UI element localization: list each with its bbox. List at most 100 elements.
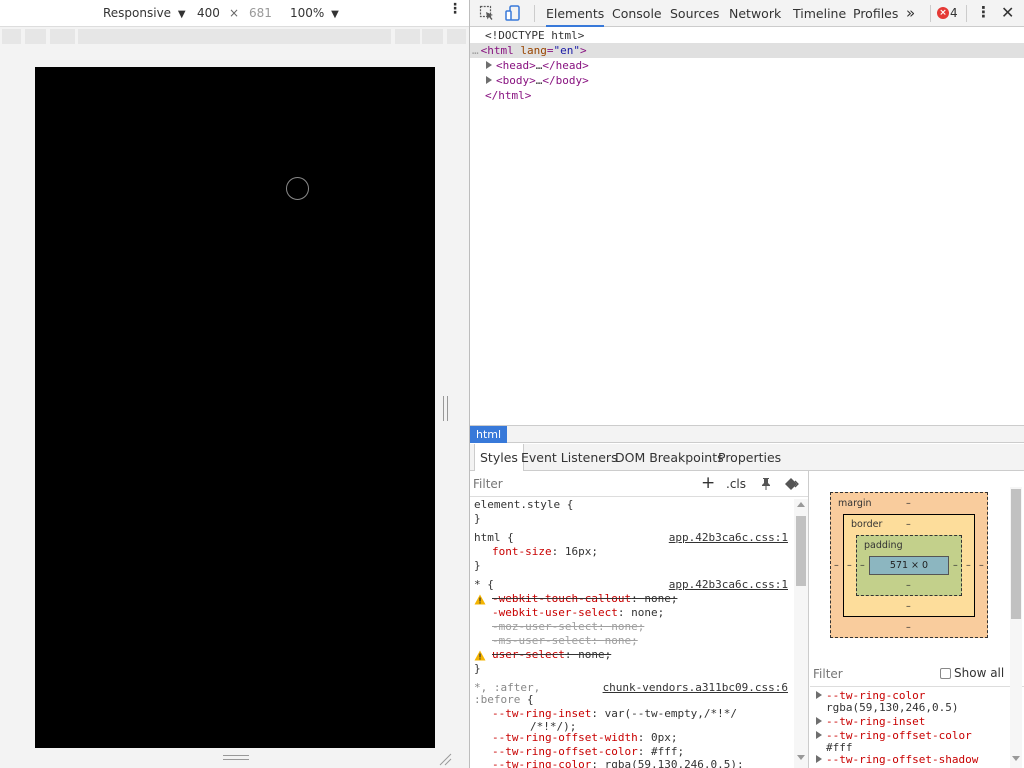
dom-html-close[interactable]: </html>: [485, 88, 531, 103]
scrollbar-thumb[interactable]: [1011, 489, 1021, 619]
box-border-left[interactable]: –: [847, 560, 852, 571]
new-style-rule-icon[interactable]: +: [701, 473, 715, 493]
more-tabs-icon[interactable]: »: [906, 0, 915, 27]
devtools-menu-icon[interactable]: ⋮: [976, 4, 991, 21]
styles-scrollbar[interactable]: [794, 499, 808, 768]
show-all-checkbox[interactable]: [940, 668, 951, 679]
media-query-segment[interactable]: [447, 29, 466, 44]
box-padding-right[interactable]: –: [953, 560, 958, 571]
expand-triangle-icon[interactable]: [486, 61, 492, 69]
device-mode-select[interactable]: Responsive ▼: [103, 6, 186, 20]
property-value: none;: [611, 620, 645, 633]
style-rule-selector[interactable]: :before {: [474, 693, 534, 707]
dom-body-open: <body>: [496, 74, 536, 87]
media-query-segment[interactable]: [50, 29, 75, 44]
tab-console[interactable]: Console: [612, 0, 662, 27]
expand-triangle-icon[interactable]: [486, 76, 492, 84]
error-icon[interactable]: ×: [937, 7, 949, 19]
close-icon[interactable]: ✕: [1001, 4, 1014, 21]
more-options-icon[interactable]: ⋮: [448, 2, 462, 16]
tab-sources[interactable]: Sources: [670, 0, 719, 27]
tab-network[interactable]: Network: [729, 0, 781, 27]
style-property[interactable]: -webkit-user-select: none;: [492, 606, 664, 620]
media-query-bar[interactable]: [0, 29, 469, 44]
style-source-link[interactable]: chunk-vendors.a311bc09.css:6: [603, 681, 788, 694]
style-rule-selector[interactable]: * {: [474, 578, 494, 592]
zoom-select[interactable]: 100% ▼: [290, 6, 339, 20]
resize-corner-icon[interactable]: [438, 752, 452, 766]
element-state-icon[interactable]: [784, 477, 800, 491]
box-margin-label: margin: [838, 498, 872, 509]
box-padding-bottom[interactable]: –: [906, 580, 911, 591]
style-property[interactable]: --tw-ring-offset-color: #fff;: [492, 745, 684, 759]
tab-properties[interactable]: Properties: [718, 444, 781, 471]
viewport-height-input[interactable]: 681: [249, 6, 272, 20]
dom-node-head[interactable]: <head>…</head>: [486, 58, 589, 73]
dom-attr-value: "en": [553, 44, 581, 57]
dom-doctype[interactable]: <!DOCTYPE html>: [485, 28, 584, 43]
box-model-content[interactable]: 571 × 0: [869, 556, 949, 575]
tab-timeline[interactable]: Timeline: [793, 0, 846, 27]
media-query-segment[interactable]: [78, 29, 391, 44]
scroll-down-icon[interactable]: [797, 755, 805, 760]
expand-triangle-icon[interactable]: [816, 731, 822, 739]
computed-property[interactable]: --tw-ring-offset-shadow: [816, 753, 978, 766]
style-property[interactable]: --tw-ring-color: rgba(59,130,246,0.5);: [492, 758, 744, 768]
inspect-element-icon[interactable]: [478, 4, 496, 22]
dom-node-body[interactable]: <body>…</body>: [486, 73, 589, 88]
box-margin-right[interactable]: –: [979, 560, 984, 571]
style-property[interactable]: -webkit-touch-callout: none;: [492, 592, 677, 606]
style-property[interactable]: font-size: 16px;: [492, 545, 598, 559]
dom-head-close: </head>: [542, 59, 589, 72]
computed-scrollbar[interactable]: [1010, 487, 1022, 768]
device-viewport[interactable]: [35, 67, 435, 748]
style-property[interactable]: --tw-ring-inset: var(--tw-empty,/*!*/: [492, 707, 737, 721]
box-border-top[interactable]: –: [906, 519, 911, 530]
resize-handle-bottom[interactable]: [223, 755, 249, 760]
style-property[interactable]: user-select: none;: [492, 648, 611, 662]
tab-event-listeners[interactable]: Event Listeners: [521, 444, 618, 471]
toolbar-separator: [534, 5, 535, 22]
tab-styles[interactable]: Styles: [474, 444, 524, 471]
style-property[interactable]: -ms-user-select: none;: [492, 634, 638, 648]
box-margin-bottom[interactable]: –: [906, 622, 911, 633]
scrollbar-thumb[interactable]: [796, 516, 806, 586]
viewport-width-input[interactable]: 400: [197, 6, 220, 20]
box-border-bottom[interactable]: –: [906, 601, 911, 612]
error-count[interactable]: 4: [950, 6, 958, 20]
selected-node-ellipsis: …: [472, 44, 479, 57]
pin-icon[interactable]: [759, 477, 773, 491]
computed-filter-input[interactable]: [813, 666, 923, 682]
media-query-segment[interactable]: [2, 29, 21, 44]
scroll-up-icon[interactable]: [797, 502, 805, 507]
styles-filter-input[interactable]: [473, 476, 673, 492]
scroll-down-icon[interactable]: [1012, 756, 1020, 761]
computed-property[interactable]: --tw-ring-inset: [816, 715, 925, 728]
dom-node-html[interactable]: … <html lang="en">: [470, 43, 1024, 58]
style-source-link[interactable]: app.42b3ca6c.css:1: [669, 531, 788, 544]
expand-triangle-icon[interactable]: [816, 717, 822, 725]
box-margin-top[interactable]: –: [906, 498, 911, 509]
box-padding-left[interactable]: –: [860, 560, 865, 571]
media-query-segment[interactable]: [25, 29, 46, 44]
breadcrumb-html[interactable]: html: [470, 426, 508, 443]
device-toolbar-toggle-icon[interactable]: [504, 4, 522, 22]
tab-profiles[interactable]: Profiles: [853, 0, 898, 27]
style-rule-selector[interactable]: html {: [474, 531, 514, 545]
media-query-segment[interactable]: [395, 29, 420, 44]
expand-triangle-icon[interactable]: [816, 691, 822, 699]
media-query-segment[interactable]: [422, 29, 443, 44]
computed-pane: margin – – – – border – – – – padding – …: [810, 471, 1024, 768]
style-rule-element-style[interactable]: element.style {: [474, 498, 573, 512]
expand-triangle-icon[interactable]: [816, 755, 822, 763]
property-value: none;: [631, 606, 665, 619]
style-property[interactable]: -moz-user-select: none;: [492, 620, 644, 634]
box-border-right[interactable]: –: [966, 560, 971, 571]
tab-dom-breakpoints[interactable]: DOM Breakpoints: [615, 444, 724, 471]
style-property[interactable]: --tw-ring-offset-width: 0px;: [492, 731, 677, 745]
box-margin-left[interactable]: –: [834, 560, 839, 571]
resize-handle-right[interactable]: [443, 396, 448, 421]
style-source-link[interactable]: app.42b3ca6c.css:1: [669, 578, 788, 591]
tab-elements[interactable]: Elements: [546, 0, 605, 27]
cls-toggle[interactable]: .cls: [726, 477, 746, 491]
